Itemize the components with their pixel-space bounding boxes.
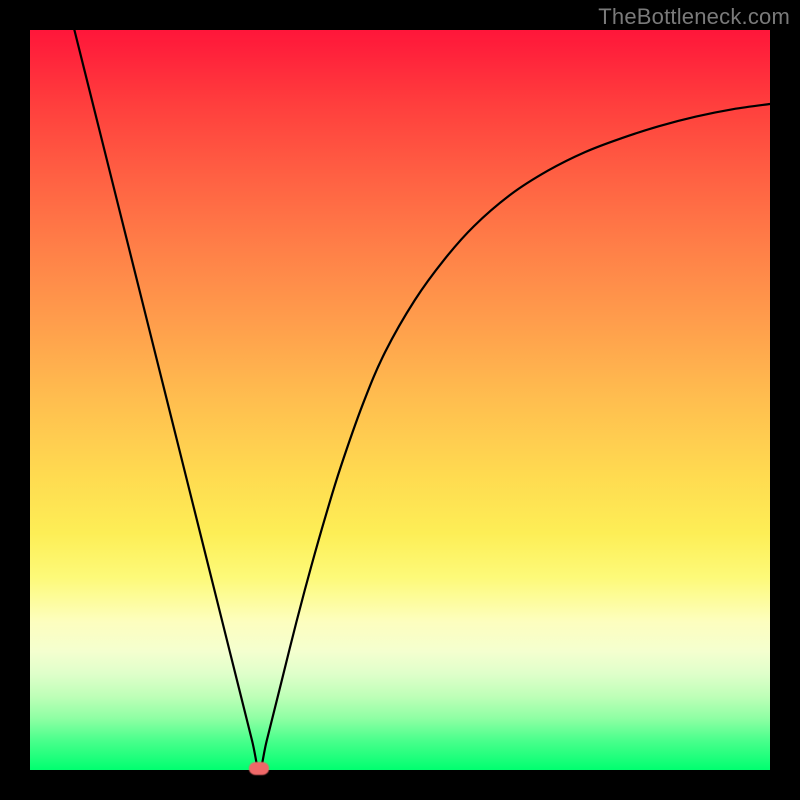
optimum-marker xyxy=(249,762,269,775)
bottleneck-curve xyxy=(30,30,770,770)
watermark-text: TheBottleneck.com xyxy=(598,4,790,30)
plot-area xyxy=(30,30,770,770)
chart-frame: TheBottleneck.com xyxy=(0,0,800,800)
